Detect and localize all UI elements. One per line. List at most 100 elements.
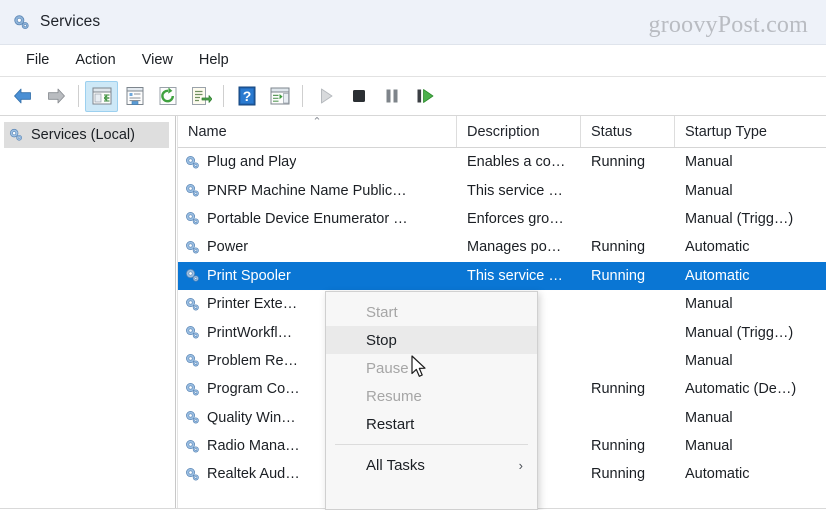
service-name-label: PNRP Machine Name Public… xyxy=(207,182,407,199)
cell-description: Enforces gro… xyxy=(467,210,564,227)
refresh-icon[interactable] xyxy=(151,81,184,112)
title-bar: Services groovyPost.com xyxy=(0,0,826,45)
cell-startup-type: Manual xyxy=(685,409,733,426)
cell-status: Running xyxy=(591,239,646,256)
column-header-label: Startup Type xyxy=(685,123,767,140)
context-menu-item-label: Resume xyxy=(366,387,422,405)
console-tree-pane: Services (Local) xyxy=(0,116,176,510)
context-menu-item-restart[interactable]: Restart xyxy=(326,410,537,438)
service-gears-icon xyxy=(184,352,201,369)
column-header-status[interactable]: Status xyxy=(581,116,675,147)
show-console-tree-icon[interactable] xyxy=(85,80,118,112)
service-gears-icon xyxy=(184,381,201,398)
mouse-cursor xyxy=(411,355,428,385)
cell-status: Running xyxy=(591,267,646,284)
menu-bar: File Action View Help xyxy=(0,45,826,77)
service-gears-icon xyxy=(184,466,201,483)
service-name-label: Problem Re… xyxy=(207,352,299,369)
cell-description: Manages po… xyxy=(467,239,562,256)
cell-startup-type: Automatic (De…) xyxy=(685,381,797,398)
column-header-label: Description xyxy=(467,123,540,140)
service-name-label: Quality Win… xyxy=(207,409,296,426)
tree-item-label: Services (Local) xyxy=(31,127,135,143)
cell-name: Portable Device Enumerator … xyxy=(178,210,457,227)
column-header-description[interactable]: Description xyxy=(457,116,581,147)
column-header-row: ⌃ Name Description Status Startup Type xyxy=(178,116,826,148)
back-arrow-icon[interactable] xyxy=(6,81,39,112)
service-name-label: Program Co… xyxy=(207,381,300,398)
help-icon[interactable]: ? xyxy=(230,81,263,112)
menu-help[interactable]: Help xyxy=(186,48,242,73)
column-header-name[interactable]: ⌃ Name xyxy=(178,116,457,147)
sort-ascending-icon: ⌃ xyxy=(312,116,322,128)
chevron-right-icon: › xyxy=(518,457,523,473)
toolbar-separator xyxy=(78,85,79,107)
play-icon xyxy=(309,81,342,112)
service-name-label: Print Spooler xyxy=(207,267,291,284)
service-gears-icon xyxy=(184,409,201,426)
table-row[interactable]: PNRP Machine Name Public… This service … M… xyxy=(178,176,826,204)
toolbar: ? xyxy=(0,77,826,116)
table-row[interactable]: Plug and Play Enables a co… Running Manual xyxy=(178,148,826,176)
toolbar-separator xyxy=(302,85,303,107)
cell-startup-type: Manual xyxy=(685,296,733,313)
context-menu-separator xyxy=(335,444,528,445)
service-name-label: Radio Mana… xyxy=(207,438,300,455)
cell-startup-type: Manual xyxy=(685,352,733,369)
service-name-label: Plug and Play xyxy=(207,154,297,171)
cell-startup-type: Manual (Trigg…) xyxy=(685,210,794,227)
menu-action[interactable]: Action xyxy=(62,48,128,73)
context-menu-item-label: Pause xyxy=(366,359,409,377)
service-name-label: Printer Exte… xyxy=(207,296,298,313)
context-menu-item-label: All Tasks xyxy=(366,456,425,474)
service-gears-icon xyxy=(184,154,201,171)
cell-status: Running xyxy=(591,154,646,171)
context-menu-item-stop[interactable]: Stop xyxy=(326,326,537,354)
cell-description: This service … xyxy=(467,267,563,284)
context-menu-item-all-tasks[interactable]: All Tasks › xyxy=(326,451,537,479)
services-gears-icon xyxy=(8,127,24,143)
tree-item-services-local[interactable]: Services (Local) xyxy=(4,122,169,148)
cell-status: Running xyxy=(591,466,646,483)
service-gears-icon xyxy=(184,296,201,313)
show-action-pane-icon[interactable] xyxy=(263,81,296,112)
pause-icon[interactable] xyxy=(375,81,408,112)
service-gears-icon xyxy=(184,438,201,455)
service-gears-icon xyxy=(184,182,201,199)
column-header-label: Status xyxy=(591,123,633,140)
stop-icon[interactable] xyxy=(342,81,375,112)
export-list-icon[interactable] xyxy=(184,81,217,112)
service-gears-icon xyxy=(184,239,201,256)
table-row[interactable]: Print Spooler This service … Running Automa… xyxy=(178,261,826,290)
table-row[interactable]: Power Manages po… Running Automatic xyxy=(178,233,826,261)
cell-name: Power xyxy=(178,239,457,256)
menu-view[interactable]: View xyxy=(129,48,186,73)
column-header-startup-type[interactable]: Startup Type xyxy=(675,116,826,147)
properties-icon[interactable] xyxy=(118,81,151,112)
cell-startup-type: Automatic xyxy=(685,466,750,483)
context-menu-item-label: Restart xyxy=(366,415,415,433)
context-menu-item-label: Start xyxy=(366,303,398,321)
cell-description: Enables a co… xyxy=(467,154,566,171)
service-name-label: PrintWorkfl… xyxy=(207,324,293,341)
cell-startup-type: Manual (Trigg…) xyxy=(685,324,794,341)
forward-arrow-icon[interactable] xyxy=(39,81,72,112)
cell-status: Running xyxy=(591,438,646,455)
services-gears-icon xyxy=(11,12,31,32)
cell-startup-type: Automatic xyxy=(685,267,750,284)
cell-startup-type: Manual xyxy=(685,182,733,199)
restart-icon[interactable] xyxy=(408,81,441,112)
svg-text:?: ? xyxy=(242,88,251,104)
menu-file[interactable]: File xyxy=(13,48,62,73)
service-gears-icon xyxy=(184,324,201,341)
service-name-label: Portable Device Enumerator … xyxy=(207,210,408,227)
context-menu-item-start: Start xyxy=(326,298,537,326)
cell-status: Running xyxy=(591,381,646,398)
service-gears-icon xyxy=(184,210,201,227)
service-name-label: Realtek Aud… xyxy=(207,466,300,483)
toolbar-separator xyxy=(223,85,224,107)
table-row[interactable]: Portable Device Enumerator … Enforces gro… xyxy=(178,205,826,233)
window-title: Services xyxy=(40,13,101,30)
service-context-menu[interactable]: Start Stop Pause Resume Restart All Tasks › xyxy=(325,291,538,510)
cell-startup-type: Manual xyxy=(685,154,733,171)
